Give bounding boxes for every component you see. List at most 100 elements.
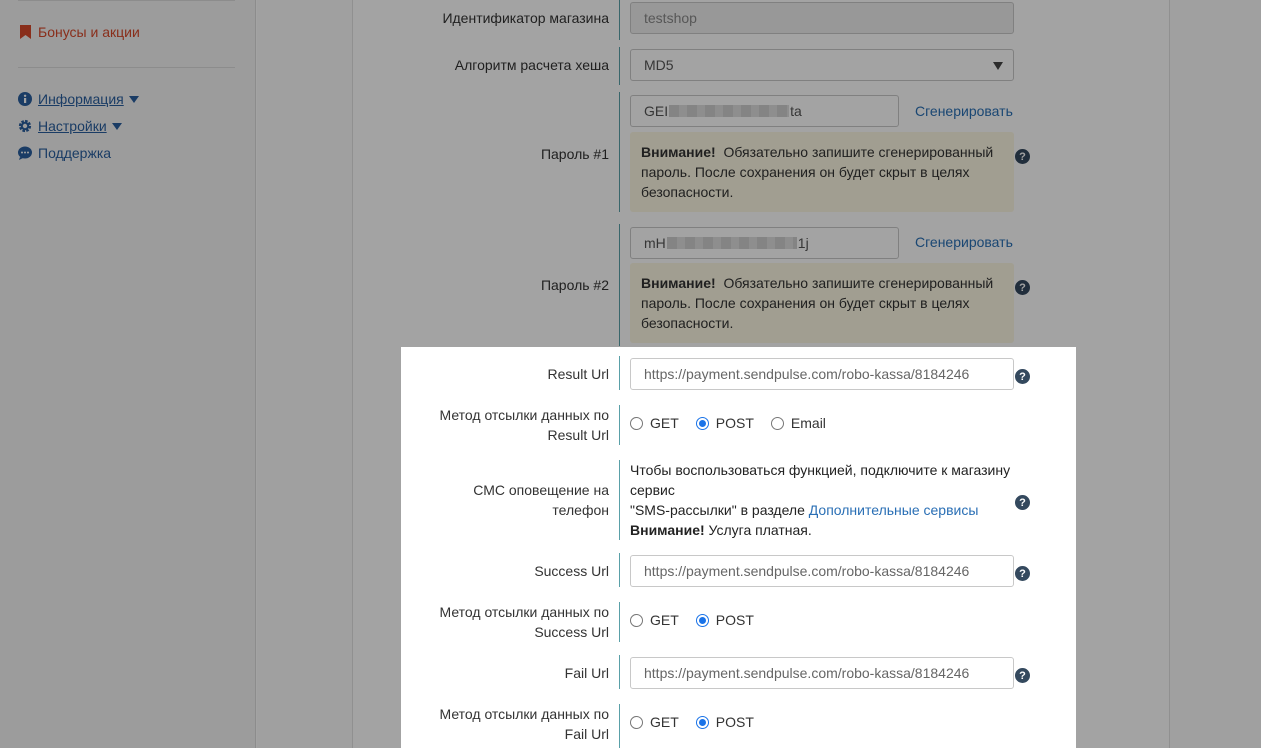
sms-warning-bold: Внимание! (630, 522, 705, 538)
sidebar-item-info[interactable]: Информация (18, 89, 139, 109)
password1-input[interactable]: GEI ta (630, 95, 899, 127)
hash-algo-value: MD5 (644, 57, 674, 73)
radio-label: GET (650, 612, 679, 628)
chevron-down-icon (128, 95, 139, 103)
chevron-down-icon (111, 122, 122, 130)
sidebar-item-label: Информация (38, 91, 124, 107)
password2-warning: Внимание! Обязательно запишите сгенериро… (630, 263, 1014, 343)
password2-value-start: mH (644, 235, 666, 251)
radio-label: POST (715, 612, 754, 628)
shop-id-value: testshop (644, 10, 697, 26)
additional-services-link[interactable]: Дополнительные сервисы (809, 502, 979, 518)
result-url-placeholder: https://payment.sendpulse.com/robo-kassa… (644, 366, 970, 382)
radio-label: POST (715, 714, 754, 730)
hash-algo-label: Алгоритм расчета хеша (454, 57, 609, 73)
field-divider (619, 553, 620, 587)
generate-password1-link[interactable]: Сгенерировать (915, 103, 1013, 119)
help-icon[interactable]: ? (1015, 280, 1030, 295)
field-divider (619, 655, 620, 689)
sidebar-divider (18, 0, 235, 1)
result-method-get[interactable]: GET (630, 415, 679, 431)
warning-bold: Внимание! (641, 275, 716, 291)
success-method-label: Метод отсылки данных по Success Url (439, 604, 609, 640)
radio-button-selected[interactable] (695, 715, 709, 729)
shop-id-input[interactable]: testshop (630, 2, 1014, 34)
fail-url-input[interactable]: https://payment.sendpulse.com/robo-kassa… (630, 657, 1014, 689)
blurred-secret (669, 105, 790, 117)
radio-button[interactable] (630, 715, 643, 729)
field-divider (619, 224, 620, 346)
radio-label: GET (650, 714, 679, 730)
sms-warning-text: Услуга платная. (708, 522, 812, 538)
help-icon[interactable]: ? (1015, 149, 1030, 164)
info-icon (18, 92, 32, 106)
gear-icon (18, 119, 32, 133)
password2-value-end: 1j (797, 235, 809, 251)
field-divider (619, 704, 620, 748)
result-url-input[interactable]: https://payment.sendpulse.com/robo-kassa… (630, 358, 1014, 390)
password1-warning: Внимание! Обязательно запишите сгенериро… (630, 132, 1014, 212)
fail-url-label: Fail Url (564, 665, 609, 681)
field-divider (619, 356, 620, 390)
hash-algo-select[interactable]: MD5 (630, 49, 1014, 81)
success-url-label: Success Url (534, 563, 609, 579)
field-divider (619, 460, 620, 540)
radio-label: Email (790, 415, 826, 431)
generate-password2-link[interactable]: Сгенерировать (915, 234, 1013, 250)
result-method-radio-group: GET POST Email (630, 415, 843, 431)
fail-method-post[interactable]: POST (695, 714, 754, 730)
chat-bubble-icon (18, 146, 32, 160)
sidebar-divider (18, 67, 235, 68)
help-icon[interactable]: ? (1015, 668, 1030, 683)
radio-label: GET (650, 415, 679, 431)
radio-button[interactable] (770, 416, 784, 430)
bookmark-icon (18, 25, 32, 39)
success-url-input[interactable]: https://payment.sendpulse.com/robo-kassa… (630, 555, 1014, 587)
warning-bold: Внимание! (641, 144, 716, 160)
blurred-secret (666, 237, 797, 249)
sidebar-item-label: Поддержка (38, 145, 112, 161)
sidebar-item-label: Настройки (38, 118, 107, 134)
sidebar-item-label: Бонусы и акции (38, 24, 140, 40)
result-method-post[interactable]: POST (695, 415, 754, 431)
fail-url-placeholder: https://payment.sendpulse.com/robo-kassa… (644, 665, 970, 681)
fail-method-radio-group: GET POST (630, 714, 771, 730)
sidebar-item-bonuses[interactable]: Бонусы и акции (18, 22, 140, 42)
sms-label: СМС оповещение на телефон (473, 482, 609, 518)
field-divider (619, 602, 620, 642)
sms-info: Чтобы воспользоваться функцией, подключи… (630, 460, 1014, 540)
fail-method-label: Метод отсылки данных по Fail Url (439, 706, 609, 742)
fail-method-get[interactable]: GET (630, 714, 679, 730)
sidebar: Бонусы и акции Информация Настройки Подд… (0, 0, 256, 748)
field-divider (619, 405, 620, 445)
success-method-radio-group: GET POST (630, 612, 771, 628)
radio-button[interactable] (630, 416, 643, 430)
result-method-email[interactable]: Email (770, 415, 826, 431)
help-icon[interactable]: ? (1015, 566, 1030, 581)
success-url-placeholder: https://payment.sendpulse.com/robo-kassa… (644, 563, 970, 579)
sidebar-item-support[interactable]: Поддержка (18, 143, 111, 163)
password1-label: Пароль #1 (540, 146, 609, 162)
dropdown-arrow-icon (993, 62, 1003, 70)
field-divider (619, 47, 620, 85)
sms-info-line: "SMS-рассылки" в разделе (630, 502, 805, 518)
password1-value-end: ta (790, 103, 802, 119)
result-method-label: Метод отсылки данных по Result Url (439, 407, 609, 443)
success-method-post[interactable]: POST (695, 612, 754, 628)
sidebar-item-settings[interactable]: Настройки (18, 116, 122, 136)
radio-button[interactable] (630, 613, 643, 627)
radio-label: POST (715, 415, 754, 431)
password2-input[interactable]: mH 1j (630, 227, 899, 259)
result-url-label: Result Url (547, 366, 609, 382)
radio-button-selected[interactable] (695, 613, 709, 627)
field-divider (619, 0, 620, 40)
shop-id-label: Идентификатор магазина (442, 10, 609, 26)
sms-info-line: Чтобы воспользоваться функцией, подключи… (630, 462, 1011, 498)
password2-label: Пароль #2 (540, 277, 609, 293)
field-divider (619, 92, 620, 212)
password1-value-start: GEI (644, 103, 669, 119)
help-icon[interactable]: ? (1015, 369, 1030, 384)
success-method-get[interactable]: GET (630, 612, 679, 628)
radio-button-selected[interactable] (695, 416, 709, 430)
help-icon[interactable]: ? (1015, 495, 1030, 510)
